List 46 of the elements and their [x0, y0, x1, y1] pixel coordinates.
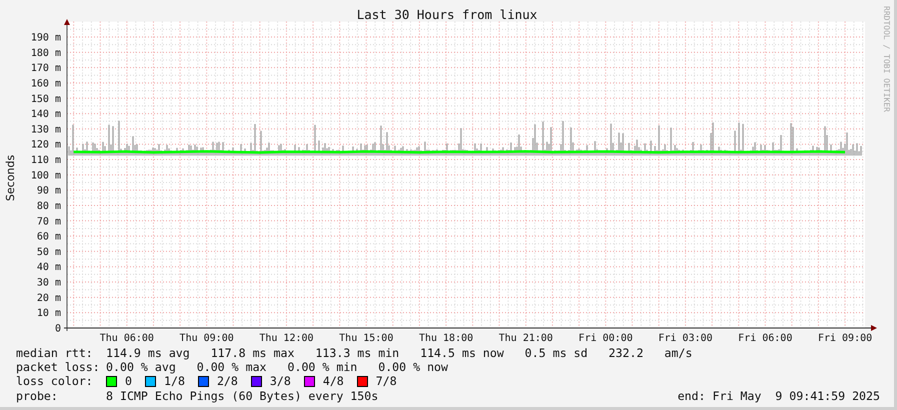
- y-tick-label: 90 m: [36, 186, 61, 197]
- x-tick-label: Fri 09:00: [818, 333, 872, 344]
- y-tick-label: 80 m: [36, 200, 61, 212]
- median-rtt-stats: 114.9 ms avg 117.8 ms max 113.3 ms min 114.5 ms now 0.5 ms sd 232.2 am/s: [106, 346, 692, 360]
- y-tick-label: 60 m: [36, 232, 61, 243]
- x-tick-label: Fri 06:00: [738, 333, 792, 344]
- y-tick-label: 50 m: [36, 246, 61, 258]
- credit-text: RRDTOOL / TOBI OETIKER: [882, 6, 891, 112]
- y-axis-label: Seconds: [4, 154, 17, 202]
- y-tick-label: 20 m: [36, 292, 61, 304]
- y-tick-label: 110 m: [30, 155, 61, 166]
- loss-color-label: 2/8: [216, 374, 238, 389]
- y-tick-label: 150 m: [30, 94, 61, 105]
- x-tick-label: Thu 18:00: [418, 333, 474, 344]
- loss-color-label: 4/8: [322, 374, 344, 389]
- y-tick-label: 0: [54, 324, 61, 334]
- x-tick-label: Thu 21:00: [498, 333, 553, 344]
- x-tick-label: Thu 15:00: [339, 333, 394, 344]
- y-tick-label: 70 m: [36, 216, 61, 228]
- loss-color-label: 0: [125, 374, 132, 389]
- y-tick-label: 140 m: [30, 109, 61, 120]
- y-tick-label: 160 m: [30, 78, 61, 90]
- legend-label: loss color:: [16, 374, 94, 389]
- packet-loss-stats: 0.00 % avg 0.00 % max 0.00 % min 0.00 % now: [106, 360, 448, 374]
- legend-label: median rtt:: [16, 346, 94, 360]
- y-tick-label: 130 m: [30, 124, 61, 136]
- y-tick-label: 180 m: [30, 48, 61, 59]
- x-tick-label: Thu 06:00: [100, 333, 154, 344]
- probe-description: 8 ICMP Echo Pings (60 Bytes) every 150s: [106, 388, 378, 403]
- loss-color-label: 7/8: [376, 374, 397, 389]
- y-tick-label: 100 m: [30, 170, 61, 182]
- legend-label: probe:: [16, 388, 59, 403]
- y-tick-label: 10 m: [36, 308, 61, 320]
- x-tick-label: Fri 03:00: [658, 333, 713, 344]
- y-tick-label: 120 m: [30, 140, 61, 151]
- loss-color-label: 1/8: [164, 374, 185, 389]
- end-time: end: Fri May 9 09:41:59 2025: [678, 388, 880, 403]
- x-tick-label: Thu 12:00: [259, 333, 314, 344]
- x-tick-label: Fri 00:00: [578, 333, 633, 344]
- loss-color-label: 3/8: [270, 374, 291, 389]
- y-tick-label: 40 m: [36, 262, 61, 274]
- x-tick-label: Thu 09:00: [180, 333, 234, 344]
- legend-label: packet loss:: [16, 360, 101, 374]
- y-tick-label: 30 m: [36, 278, 61, 289]
- y-tick-label: 170 m: [30, 63, 61, 74]
- y-tick-label: 190 m: [30, 32, 61, 44]
